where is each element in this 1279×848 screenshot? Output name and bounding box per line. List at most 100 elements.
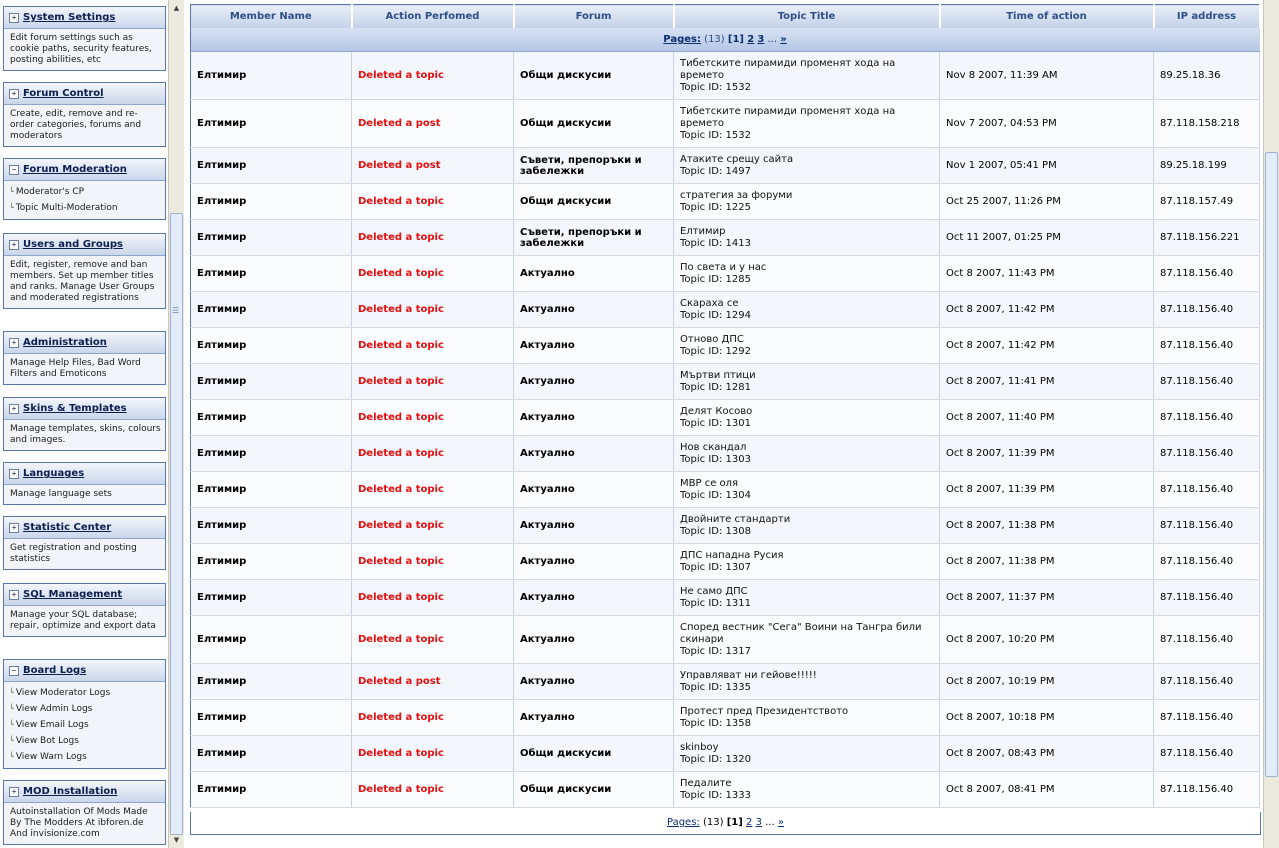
next-page-link[interactable]: »: [778, 817, 784, 828]
expand-icon[interactable]: +: [9, 88, 19, 99]
menu-title-mod-installation[interactable]: MOD Installation: [23, 786, 117, 797]
menu-link[interactable]: View Warn Logs: [9, 749, 162, 765]
topic-title[interactable]: Мъртви птици: [680, 370, 933, 382]
pages-link[interactable]: Pages:: [663, 34, 701, 45]
topic-id: Topic ID: 1285: [680, 273, 751, 285]
menu-link[interactable]: View Bot Logs: [9, 733, 162, 749]
topic-cell: Нов скандал Topic ID: 1303: [673, 435, 940, 472]
menu-title-languages[interactable]: Languages: [23, 468, 84, 479]
forum-cell: Общи дискусии: [513, 99, 674, 148]
table-row: Елтимир Deleted a topic Актуално Скараха се…: [190, 291, 1260, 328]
topic-cell: стратегия за форуми Topic ID: 1225: [673, 183, 940, 220]
page-2-link[interactable]: 2: [747, 34, 754, 45]
member-cell: Елтимир: [190, 291, 352, 328]
forum-cell: Актуално: [513, 471, 674, 508]
topic-cell: Скараха се Topic ID: 1294: [673, 291, 940, 328]
menu-title-system-settings[interactable]: System Settings: [23, 12, 115, 23]
topic-title[interactable]: По света и у нас: [680, 262, 933, 274]
expand-icon[interactable]: +: [9, 589, 19, 600]
ip-cell: 89.25.18.36: [1153, 51, 1260, 100]
scroll-up-icon[interactable]: ▲: [170, 2, 183, 14]
topic-cell: МВР се оля Topic ID: 1304: [673, 471, 940, 508]
menu-header-board-logs[interactable]: − Board Logs: [4, 660, 165, 682]
topic-title[interactable]: Тибетските пирамиди променят хода на вре…: [680, 58, 933, 82]
menu-header-administration[interactable]: + Administration: [4, 332, 165, 354]
page-3-link[interactable]: 3: [757, 34, 764, 45]
action-cell: Deleted a topic: [351, 435, 514, 472]
menu-title-statistic-center[interactable]: Statistic Center: [23, 522, 111, 533]
menu-header-languages[interactable]: + Languages: [4, 463, 165, 485]
topic-title[interactable]: Нов скандал: [680, 442, 933, 454]
menu-title-administration[interactable]: Administration: [23, 337, 107, 348]
expand-icon[interactable]: +: [9, 522, 19, 533]
topic-cell: Тибетските пирамиди променят хода на вре…: [673, 51, 940, 100]
table-row: Елтимир Deleted a topic Актуално Протест пр…: [190, 699, 1260, 736]
menu-header-forum-control[interactable]: + Forum Control: [4, 83, 165, 105]
menu-header-users-and-groups[interactable]: + Users and Groups: [4, 234, 165, 256]
action-cell: Deleted a topic: [351, 219, 514, 256]
topic-title[interactable]: МВР се оля: [680, 478, 933, 490]
topic-title[interactable]: Тибетските пирамиди променят хода на вре…: [680, 106, 933, 130]
next-page-link[interactable]: »: [780, 34, 786, 45]
topic-id: Topic ID: 1532: [680, 129, 751, 141]
ip-cell: 87.118.156.221: [1153, 219, 1260, 256]
topic-title[interactable]: Протест пред Президентството: [680, 706, 933, 718]
menu-title-sql-management[interactable]: SQL Management: [23, 589, 122, 600]
collapse-icon[interactable]: −: [9, 164, 19, 175]
expand-icon[interactable]: +: [9, 337, 19, 348]
page-3-link[interactable]: 3: [756, 817, 762, 828]
topic-title[interactable]: Според вестник "Сега" Воини на Тангра би…: [680, 622, 933, 646]
expand-icon[interactable]: +: [9, 12, 19, 23]
menu-title-forum-moderation[interactable]: Forum Moderation: [23, 164, 127, 175]
admin-sidebar: + System Settings Edit forum settings such…: [0, 0, 184, 848]
menu-header-skins-templates[interactable]: + Skins & Templates: [4, 398, 165, 420]
topic-title[interactable]: Делят Косово: [680, 406, 933, 418]
topic-id: Topic ID: 1281: [680, 381, 751, 393]
menu-title-forum-control[interactable]: Forum Control: [23, 88, 104, 99]
menu-title-users-and-groups[interactable]: Users and Groups: [23, 239, 123, 250]
topic-title[interactable]: Елтимир: [680, 226, 933, 238]
menu-link[interactable]: View Email Logs: [9, 717, 162, 733]
expand-icon[interactable]: +: [9, 786, 19, 797]
sidebar-scrollbar[interactable]: ☰ ▲ ▼: [168, 0, 184, 848]
collapse-icon[interactable]: −: [9, 665, 19, 676]
menu-title-skins-templates[interactable]: Skins & Templates: [23, 403, 127, 414]
ip-cell: 87.118.156.40: [1153, 291, 1260, 328]
menu-header-system-settings[interactable]: + System Settings: [4, 7, 165, 29]
menu-header-statistic-center[interactable]: + Statistic Center: [4, 517, 165, 539]
topic-title[interactable]: Атаките срещу сайта: [680, 154, 933, 166]
menu-header-mod-installation[interactable]: + MOD Installation: [4, 781, 165, 803]
table-row: Елтимир Deleted a post Общи дискусии Тибетс…: [190, 99, 1260, 148]
forum-cell: Общи дискусии: [513, 183, 674, 220]
menu-link[interactable]: View Moderator Logs: [9, 685, 162, 701]
menu-box-languages: + Languages Manage language sets: [3, 462, 166, 505]
menu-link[interactable]: Moderator's CP: [9, 184, 162, 200]
menu-header-forum-moderation[interactable]: − Forum Moderation: [4, 159, 165, 181]
time-cell: Oct 8 2007, 10:20 PM: [939, 615, 1154, 664]
topic-title[interactable]: Управляват ни гейове!!!!!: [680, 670, 933, 682]
pages-link[interactable]: Pages:: [667, 817, 700, 828]
topic-title[interactable]: стратегия за форуми: [680, 190, 933, 202]
content-scrollbar[interactable]: [1263, 0, 1279, 848]
menu-header-sql-management[interactable]: + SQL Management: [4, 584, 165, 606]
main-content: Member Name Action Perfomed Forum Topic …: [184, 0, 1279, 848]
topic-id: Topic ID: 1497: [680, 165, 751, 177]
menu-link[interactable]: Topic Multi-Moderation: [9, 200, 162, 216]
topic-title[interactable]: Педалите: [680, 778, 933, 790]
menu-link[interactable]: View Admin Logs: [9, 701, 162, 717]
topic-title[interactable]: ДПС нападна Русия: [680, 550, 933, 562]
topic-title[interactable]: Скараха се: [680, 298, 933, 310]
topic-title[interactable]: Отново ДПС: [680, 334, 933, 346]
topic-title[interactable]: skinboy: [680, 742, 933, 754]
content-scrollbar-thumb[interactable]: [1265, 152, 1278, 777]
scroll-down-icon[interactable]: ▼: [170, 834, 183, 846]
member-cell: Елтимир: [190, 771, 352, 808]
menu-title-board-logs[interactable]: Board Logs: [23, 665, 86, 676]
topic-cell: Делят Косово Topic ID: 1301: [673, 399, 940, 436]
topic-title[interactable]: Двойните стандарти: [680, 514, 933, 526]
expand-icon[interactable]: +: [9, 468, 19, 479]
page-2-link[interactable]: 2: [746, 817, 752, 828]
expand-icon[interactable]: +: [9, 239, 19, 250]
topic-title[interactable]: Не само ДПС: [680, 586, 933, 598]
expand-icon[interactable]: +: [9, 403, 19, 414]
